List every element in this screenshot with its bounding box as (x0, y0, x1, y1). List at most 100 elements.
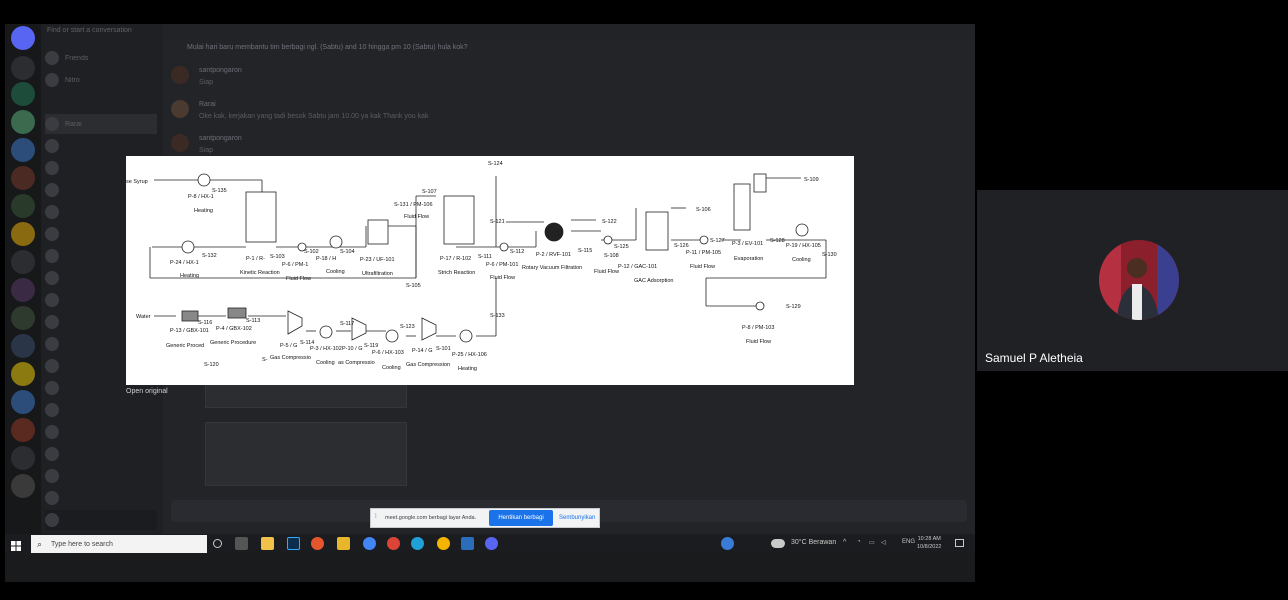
language-indicator[interactable]: ENG (902, 539, 915, 545)
avatar (45, 249, 59, 263)
notification-icon[interactable] (955, 539, 964, 547)
message-author[interactable]: santpongaron (199, 67, 242, 74)
pump-icon (699, 235, 709, 245)
cortana-icon[interactable] (213, 539, 222, 548)
server-icon[interactable] (11, 138, 35, 162)
stop-sharing-button[interactable]: Hentikan berbagi (489, 510, 553, 526)
server-icon[interactable] (11, 278, 35, 302)
function-label: Gas Compression (406, 362, 450, 368)
stream-label: S-121 (490, 219, 505, 225)
chrome-icon[interactable] (437, 537, 450, 550)
server-icon[interactable] (11, 110, 35, 134)
function-label: Generic Procedure (210, 340, 256, 346)
list-item[interactable]: Nitro (45, 70, 157, 90)
share-notice-text: meet.google.com berbagi layar Anda. (385, 515, 477, 521)
equipment-label: P-18 / H (316, 256, 336, 262)
windows-start-icon[interactable] (11, 538, 21, 551)
server-icon[interactable] (11, 250, 35, 274)
hide-button[interactable]: Sembunyikan (559, 515, 595, 521)
function-label: Ultrafiltration (362, 271, 393, 277)
list-item[interactable] (45, 422, 157, 442)
avatar (171, 100, 189, 118)
participant-name: Samuel P Aletheia (985, 351, 1083, 365)
edge-icon[interactable] (411, 537, 424, 550)
heat-exchanger-icon (329, 235, 343, 249)
message-author[interactable]: Rarai (199, 101, 216, 108)
find-conversation-input[interactable]: Find or start a conversation (47, 27, 132, 34)
list-item[interactable]: Friends (45, 48, 157, 68)
server-icon[interactable] (11, 446, 35, 470)
reactor-icon (245, 191, 277, 243)
windows-taskbar: ⌕ Type here to search 30°C Berawan ^ ◔ ▭… (5, 534, 975, 554)
server-icon[interactable] (11, 82, 35, 106)
volume-icon[interactable]: ◁ (881, 539, 886, 546)
tray-chevron-icon[interactable]: ^ (843, 539, 846, 546)
app-tray-icon[interactable] (721, 537, 734, 550)
photoshop-icon[interactable] (287, 537, 300, 550)
message-text: Siap (199, 79, 214, 86)
clock[interactable]: 10:28 AM 10/8/2022 (917, 535, 941, 551)
settings-gear-icon[interactable] (11, 474, 35, 498)
avatar (171, 66, 189, 84)
list-item[interactable] (45, 488, 157, 508)
list-item[interactable] (45, 136, 157, 156)
function-label: Kinetic Reaction (240, 270, 280, 276)
avatar (45, 359, 59, 373)
server-icon[interactable] (11, 306, 35, 330)
list-item[interactable] (45, 444, 157, 464)
function-label: Fluid Flow (746, 339, 771, 345)
stream-label: S-117 (340, 321, 354, 327)
avatar (45, 447, 59, 461)
server-icon[interactable] (11, 194, 35, 218)
equipment-label: P-23 / UF-101 (360, 257, 395, 263)
equipment-label: P-17 / R-102 (440, 256, 471, 262)
stream-label: S-135 (212, 188, 227, 194)
server-icon[interactable] (11, 334, 35, 358)
server-icon[interactable] (11, 56, 35, 80)
gearbox-icon (227, 307, 247, 319)
chat-header (163, 24, 975, 40)
battery-icon[interactable]: ▭ (869, 539, 875, 546)
heat-exchanger-icon (385, 329, 399, 343)
open-original-link[interactable]: Open original (126, 388, 168, 395)
weather-text[interactable]: 30°C Berawan (791, 539, 836, 546)
stream-label: S-107 (422, 189, 437, 195)
equipment-label: P-19 / HX-105 (786, 243, 821, 249)
chrome-icon[interactable] (363, 537, 376, 550)
function-label: Heating (194, 208, 213, 214)
message-author[interactable]: santpongaron (199, 135, 242, 142)
server-icon[interactable] (11, 418, 35, 442)
network-icon[interactable]: ◔ (857, 539, 861, 545)
list-item[interactable] (45, 400, 157, 420)
list-item[interactable]: Rarai (45, 114, 157, 134)
equipment-label: P-13 / GBX-101 (170, 328, 209, 334)
server-icon[interactable] (11, 362, 35, 386)
image-attachment[interactable] (205, 422, 407, 486)
drag-handle-icon[interactable]: ⁞ (375, 514, 377, 520)
function-label: Strich Reaction (438, 270, 475, 276)
heat-exchanger-icon (197, 173, 211, 187)
list-item[interactable] (45, 466, 157, 486)
task-view-icon[interactable] (235, 537, 248, 550)
server-icon[interactable] (11, 222, 35, 246)
participant-tile[interactable]: Samuel P Aletheia (977, 190, 1288, 371)
server-icon[interactable] (11, 390, 35, 414)
server-icon[interactable] (11, 166, 35, 190)
equipment-label: P-14 / G (412, 348, 432, 354)
mail-icon[interactable] (461, 537, 474, 550)
file-explorer-icon[interactable] (261, 537, 274, 550)
taskbar-search-input[interactable]: ⌕ Type here to search (31, 535, 207, 553)
user-panel (45, 510, 157, 530)
server-rail (5, 24, 41, 534)
cloud-icon (771, 539, 785, 548)
search-icon: ⌕ (37, 539, 43, 549)
firefox-icon[interactable] (311, 537, 324, 550)
avatar (45, 469, 59, 483)
chrome-profile-icon[interactable] (387, 537, 400, 550)
function-label: Generic Proced (166, 343, 204, 349)
discord-icon[interactable] (485, 537, 498, 550)
image-attachment[interactable] (205, 384, 407, 408)
folder-icon[interactable] (337, 537, 350, 550)
home-icon[interactable] (11, 26, 35, 50)
stream-label: S-102 (304, 249, 319, 255)
